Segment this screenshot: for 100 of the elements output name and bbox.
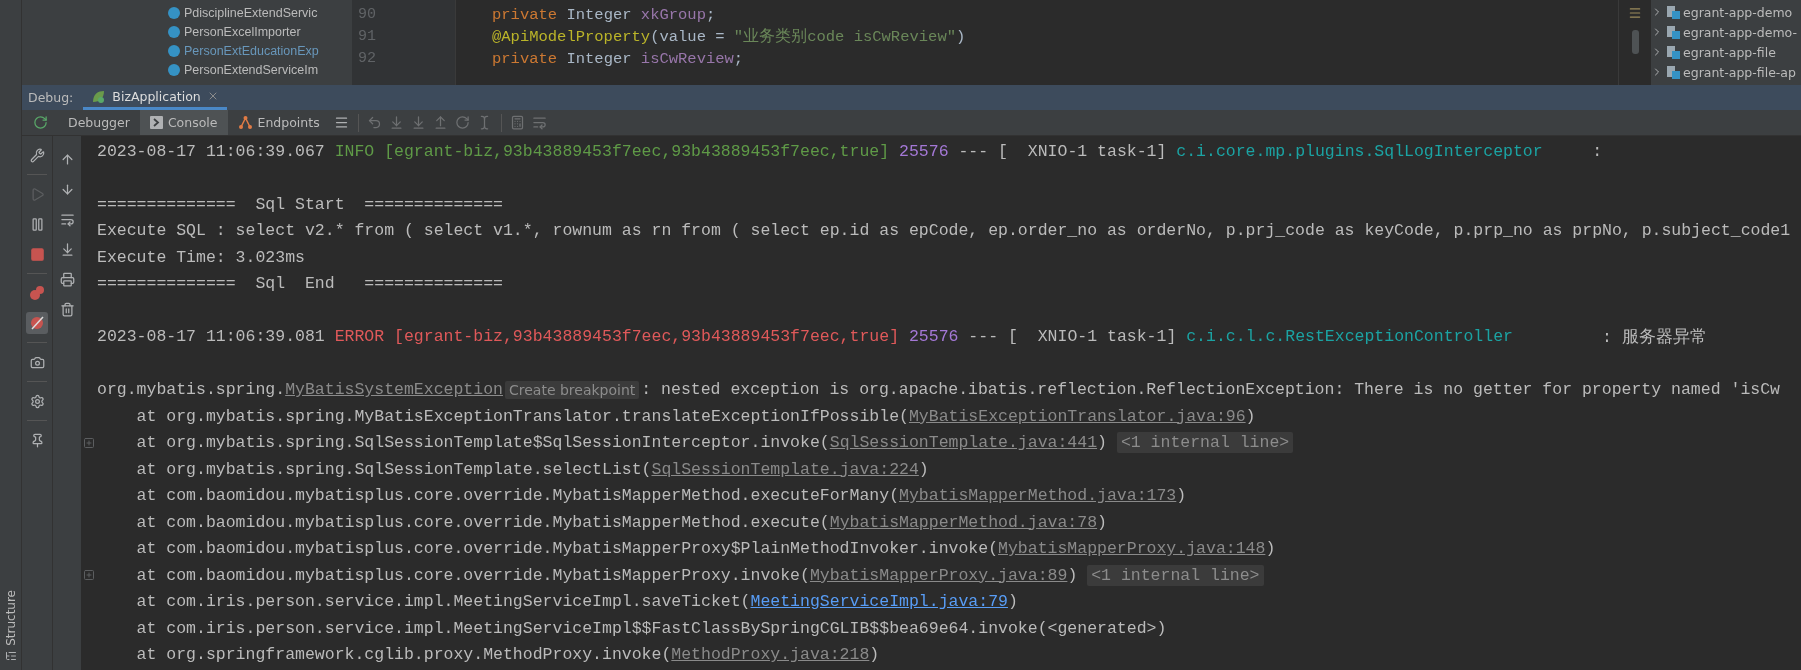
source-link[interactable]: MybatisMapperMethod.java:173: [899, 486, 1177, 506]
source-link[interactable]: MethodProxy.java:218: [671, 645, 870, 665]
log-text: : 服务器异常: [1601, 326, 1707, 348]
tree-item[interactable]: PersonExcelImporter: [168, 23, 352, 41]
log-text: ): [1245, 406, 1256, 426]
log-text: --- [ XNIO-1 task-1]: [957, 141, 1168, 161]
log-text: ): [1265, 539, 1276, 559]
scrollbar-thumb[interactable]: [1631, 30, 1639, 54]
log-text: ): [1097, 512, 1107, 532]
code-text: private: [492, 49, 558, 70]
code-text: ): [956, 27, 966, 48]
settings-icon[interactable]: [29, 393, 45, 409]
log-level-text: INFO [egrant-biz,93b43889453f7eec,93b43889453f7eec,true]: [334, 141, 890, 161]
log-text: Execute SQL : select v2.* from ( select v1.*, rownum as rn from ( select ep.id as epCode, ep.order_no as orderNo, p.prj_code as keyCode, p.prp_no as prpNo, p.subject_code1: [97, 221, 1791, 241]
menu-icon[interactable]: [1628, 6, 1642, 20]
calculator-icon[interactable]: [510, 115, 526, 130]
module-icon: [1666, 5, 1680, 19]
tree-item[interactable]: PdisciplineExtendServic: [168, 4, 352, 22]
wrench-icon[interactable]: [29, 147, 45, 163]
log-text: ============== Sql Start ==============: [97, 194, 503, 214]
panel-tab[interactable]: Console: [139, 110, 228, 135]
log-text: Execute Time: 3.023ms: [97, 247, 305, 267]
code-text: private: [492, 5, 558, 26]
log-level-text: ERROR [egrant-biz,93b43889453f7eec,93b43889453f7eec,true]: [334, 327, 900, 347]
log-text: at com.baomidou.mybatisplus.core.override.MybatisMapperMethod.executeForMany(: [135, 486, 900, 506]
logger-name: c.i.core.mp.plugins.SqlLogInterceptor: [1176, 141, 1543, 161]
log-text: ): [918, 459, 929, 479]
pause-icon[interactable]: [29, 216, 45, 232]
camera-icon[interactable]: [29, 354, 45, 370]
arrow-down-icon[interactable]: [59, 181, 75, 197]
log-text: at org.mybatis.spring.SqlSessionTemplate.selectList(: [135, 459, 652, 479]
resume-icon[interactable]: [29, 186, 45, 202]
pin-icon[interactable]: [29, 432, 45, 448]
logger-name: c.i.c.l.c.RestExceptionController: [1186, 327, 1513, 347]
tree-item[interactable]: PersonExtEducationExp: [168, 42, 352, 60]
log-text: --- [ XNIO-1 task-1]: [967, 327, 1178, 347]
muted-breakpoint-icon: [29, 315, 45, 331]
rerun-icon[interactable]: [32, 115, 48, 130]
printer-icon[interactable]: [59, 271, 75, 287]
module-icon: [1666, 65, 1680, 79]
log-text: at com.baomidou.mybatisplus.core.override.MybatisMapperProxy$PlainMethodInvoker.invoke(: [135, 539, 999, 559]
menu-icon[interactable]: [333, 115, 349, 130]
source-link[interactable]: MybatisMapperProxy.java:148: [998, 539, 1266, 559]
stop-icon[interactable]: [29, 246, 45, 262]
class-icon: [168, 7, 180, 19]
code-text: xkGroup: [640, 5, 706, 26]
log-text: org.mybatis.spring.: [97, 380, 286, 400]
class-icon: [168, 45, 180, 57]
tree-item[interactable]: egrant-app-file-ap: [1651, 62, 1801, 82]
code-text: ;: [733, 49, 744, 70]
code-text: Integer: [565, 49, 633, 70]
expand-icon[interactable]: [83, 569, 95, 582]
console-icon: [149, 116, 163, 129]
module-icon: [1666, 45, 1680, 59]
log-text: at org.mybatis.spring.MyBatisExceptionTranslator.translateExceptionIfPossible(: [135, 406, 909, 426]
log-text: 2023-08-17 11:06:39.081: [97, 327, 326, 347]
pid-text: 25576: [898, 141, 949, 161]
log-text: :: [1591, 141, 1603, 161]
panel-tab[interactable]: Debugger: [58, 110, 140, 135]
log-text: at org.mybatis.spring.SqlSessionTemplate$SqlSessionInterceptor.invoke(: [135, 433, 830, 453]
source-link[interactable]: MeetingServiceImpl.java:79: [750, 592, 1008, 612]
source-link[interactable]: MyBatisSystemException: [285, 380, 503, 400]
endpoints-icon: [237, 115, 253, 130]
source-link[interactable]: SqlSessionTemplate.java:224: [651, 459, 919, 479]
mute-breakpoints-button[interactable]: [26, 312, 48, 334]
log-text: at com.iris.person.service.impl.MeetingServiceImpl.saveTicket(: [135, 592, 751, 612]
create-breakpoint-hint: Create breakpoint: [505, 380, 640, 399]
breakpoints-icon[interactable]: [29, 285, 45, 301]
tree-item[interactable]: egrant-app-demo-: [1651, 22, 1801, 42]
internal-line-chip[interactable]: <1 internal line>: [1116, 432, 1294, 454]
log-text: at com.baomidou.mybatisplus.core.override.MybatisMapperMethod.execute(: [135, 512, 830, 532]
log-text: at com.iris.person.service.impl.MeetingServiceImpl$$FastClassBySpringCGLIB$$bea69e64.invoke(<generated>): [135, 618, 1167, 638]
log-text: ): [1176, 486, 1187, 506]
log-text: ): [869, 645, 880, 665]
log-text: 2023-08-17 11:06:39.067: [97, 141, 326, 161]
internal-line-chip[interactable]: <1 internal line>: [1087, 564, 1264, 586]
tree-item[interactable]: egrant-app-demo: [1651, 2, 1801, 22]
source-link[interactable]: SqlSessionTemplate.java:441: [829, 433, 1098, 453]
source-link[interactable]: MybatisMapperMethod.java:78: [829, 512, 1098, 532]
log-text: ): [1097, 433, 1108, 453]
expand-icon[interactable]: [83, 436, 95, 449]
code-text: isCwReview: [640, 49, 734, 70]
structure-icon: [4, 650, 17, 662]
source-link[interactable]: MybatisMapperProxy.java:89: [809, 565, 1068, 585]
code-text: Integer: [565, 5, 633, 26]
tree-item[interactable]: egrant-app-file: [1651, 42, 1801, 62]
log-text: ============== Sql End ==============: [97, 274, 503, 294]
source-link[interactable]: MyBatisExceptionTranslator.java:96: [908, 406, 1246, 426]
arrow-up-icon[interactable]: [59, 151, 75, 167]
tree-item[interactable]: PersonExtendServiceIm: [168, 61, 352, 79]
log-text: at com.baomidou.mybatisplus.core.override.MybatisMapperProxy.invoke(: [135, 565, 810, 585]
log-text: ): [1007, 592, 1018, 612]
soft-wrap-icon[interactable]: [59, 211, 75, 227]
code-text: (value =: [650, 27, 726, 48]
log-text: at org.springframework.cglib.proxy.MethodProxy.invoke(: [135, 645, 672, 665]
structure-tab[interactable]: Structure: [3, 590, 18, 662]
panel-tab[interactable]: Endpoints: [227, 110, 330, 135]
code-text: "业务类别code isCwReview": [733, 26, 956, 48]
panel-title: Debug:: [28, 90, 74, 105]
trash-icon[interactable]: [59, 301, 75, 317]
